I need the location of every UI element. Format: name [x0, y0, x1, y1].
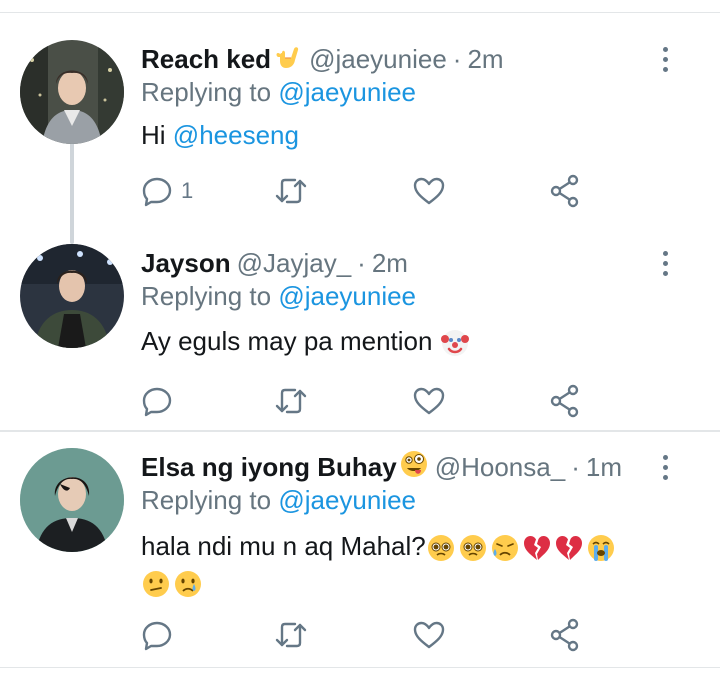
more-vertical-icon-dot [662, 260, 668, 266]
avatar[interactable] [20, 448, 124, 552]
confused-face-emoji [143, 571, 169, 598]
tweet[interactable]: Reach ked @jaeyuniee · 2m Replying to @j… [0, 13, 720, 218]
share-icon [550, 384, 579, 418]
tweet-emojis [426, 533, 616, 563]
replying-to-mention[interactable]: @jaeyuniee [278, 485, 416, 515]
replying-to-label: Replying to [141, 77, 272, 107]
retweet-button[interactable] [273, 171, 309, 211]
call-me-hand-emoji [273, 41, 303, 78]
timestamp[interactable]: 2m [467, 44, 503, 75]
tweet-text: Ay eguls may pa mention [141, 323, 681, 359]
retweet-button[interactable] [273, 615, 309, 655]
avatar[interactable] [20, 244, 124, 348]
broken-heart-emoji [555, 536, 582, 561]
reply-button[interactable] [141, 615, 181, 655]
replying-to-line: Replying to @jaeyuniee [141, 77, 416, 111]
like-button[interactable] [412, 615, 446, 655]
tweet-text: hala ndi mu n aq Mahal? [141, 528, 681, 600]
reply-icon [142, 621, 172, 651]
user-handle[interactable]: @jaeyuniee [309, 44, 447, 75]
more-vertical-icon-dot [662, 464, 668, 470]
share-button[interactable] [549, 615, 581, 655]
clown-face-emoji [440, 330, 469, 357]
timestamp[interactable]: 2m [372, 248, 408, 279]
more-options-button[interactable] [650, 41, 680, 77]
share-icon [550, 618, 579, 652]
more-vertical-icon-dot [662, 270, 668, 276]
broken-heart-emoji [523, 536, 550, 561]
tweet-text-body: Ay eguls may pa mention [141, 326, 433, 356]
tweet-emojis-line-2 [141, 569, 203, 599]
replying-to-label: Replying to [141, 485, 272, 515]
replying-to-line: Replying to @jaeyuniee [141, 281, 416, 315]
tweet-actions: 1 [141, 171, 601, 211]
share-icon [550, 174, 579, 208]
tweet-header: Jayson @Jayjay_ · 2m [141, 245, 408, 281]
tweet-header: Reach ked @jaeyuniee · 2m [141, 41, 504, 77]
replying-to-mention[interactable]: @jaeyuniee [278, 77, 416, 107]
more-options-button[interactable] [650, 449, 680, 485]
pleading-face-emoji [427, 535, 454, 562]
more-vertical-icon-dot [662, 46, 668, 52]
reply-icon [142, 177, 172, 207]
display-name[interactable]: Elsa ng iyong Buhay [141, 452, 397, 483]
zany-face-emoji [399, 449, 429, 486]
tweet-actions [141, 615, 601, 655]
separator-dot: · [357, 247, 366, 278]
more-vertical-icon-dot [662, 56, 668, 62]
retweet-icon [275, 178, 307, 204]
avatar[interactable] [20, 40, 124, 144]
more-vertical-icon-dot [662, 474, 668, 480]
share-button[interactable] [549, 381, 581, 421]
heart-icon [413, 177, 445, 205]
crying-face-emoji [175, 571, 201, 598]
retweet-button[interactable] [273, 381, 309, 421]
tweet-text: Hi @heeseng [141, 117, 681, 153]
reply-count: 1 [181, 178, 194, 203]
separator-dot: · [571, 451, 580, 482]
replying-to-mention[interactable]: @jaeyuniee [278, 281, 416, 311]
heart-icon [413, 387, 445, 415]
sad-sweat-face-emoji [491, 535, 518, 562]
more-vertical-icon-dot [662, 66, 668, 72]
loudly-crying-face-emoji [587, 535, 614, 562]
more-vertical-icon-dot [662, 250, 668, 256]
more-options-button[interactable] [650, 245, 680, 281]
separator-dot: · [452, 43, 462, 74]
tweet-header: Elsa ng iyong Buhay @Hoonsa_ · 1m [141, 449, 622, 485]
user-handle[interactable]: @Hoonsa_ [435, 452, 565, 483]
retweet-icon [275, 622, 307, 648]
tweet-mention[interactable]: @heeseng [173, 120, 299, 150]
replying-to-line: Replying to @jaeyuniee [141, 485, 416, 519]
share-button[interactable] [549, 171, 581, 211]
tweet-text-body: Hi [141, 120, 166, 150]
display-name[interactable]: Jayson [141, 248, 231, 279]
retweet-icon [275, 388, 307, 414]
like-button[interactable] [412, 381, 446, 421]
reply-icon [142, 387, 172, 417]
heart-icon [413, 621, 445, 649]
bottom-divider [0, 667, 720, 668]
user-handle[interactable]: @Jayjay_ [237, 248, 352, 279]
tweet-actions [141, 381, 601, 421]
timestamp[interactable]: 1m [586, 452, 622, 483]
tweet[interactable]: Elsa ng iyong Buhay @Hoonsa_ · 1m Replyi… [0, 432, 720, 667]
tweet[interactable]: Jayson @Jayjay_ · 2m Replying to @jaeyun… [0, 218, 720, 430]
tweet-emojis [440, 328, 470, 358]
more-vertical-icon-dot [662, 454, 668, 460]
reply-button[interactable] [141, 381, 181, 421]
display-name[interactable]: Reach ked [141, 44, 271, 75]
like-button[interactable] [412, 171, 446, 211]
replying-to-label: Replying to [141, 281, 272, 311]
pleading-face-emoji [459, 535, 486, 562]
tweet-text-body: hala ndi mu n aq Mahal? [141, 531, 426, 561]
reply-button[interactable]: 1 [141, 171, 193, 211]
